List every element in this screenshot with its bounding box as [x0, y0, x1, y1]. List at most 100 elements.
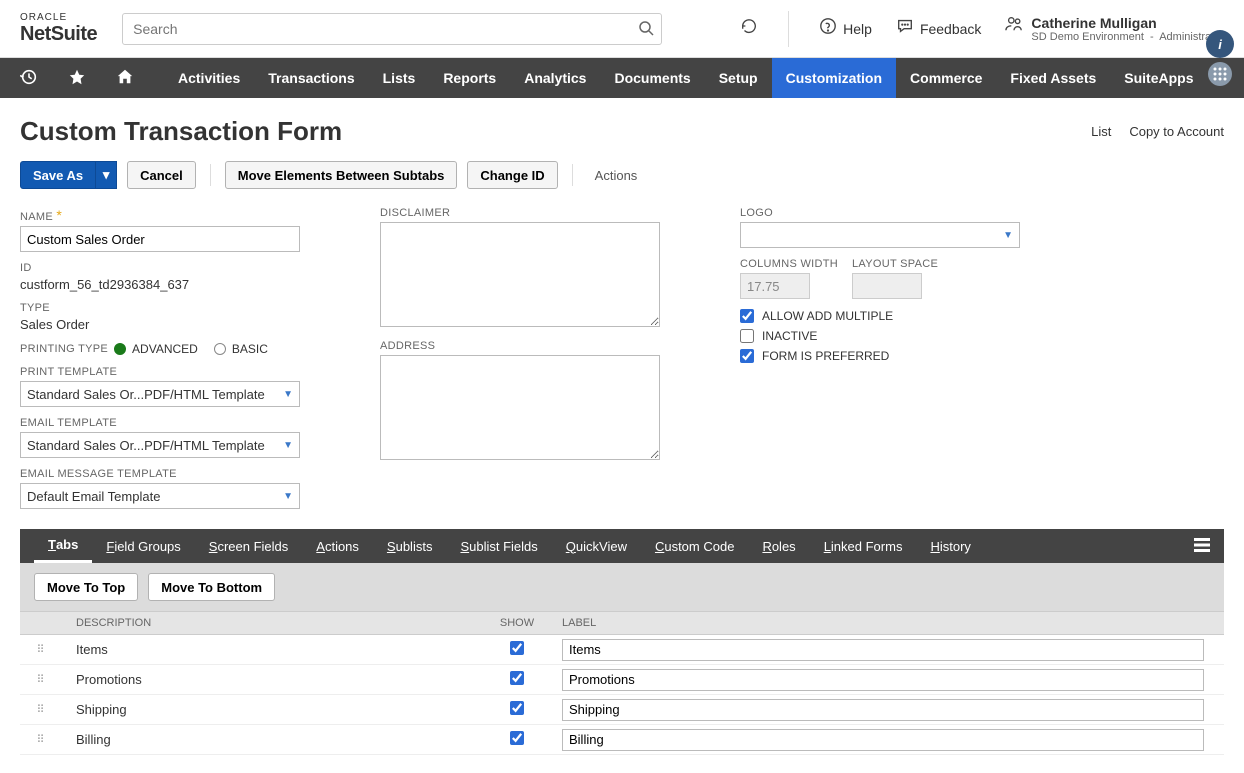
nav-fixed-assets[interactable]: Fixed Assets	[996, 58, 1110, 98]
actions-menu[interactable]: Actions	[587, 168, 646, 183]
allow-multiple-label: ALLOW ADD MULTIPLE	[762, 309, 893, 323]
copy-to-account-link[interactable]: Copy to Account	[1129, 124, 1224, 139]
radio-basic[interactable]	[214, 343, 226, 355]
change-id-button[interactable]: Change ID	[467, 161, 557, 189]
recent-icon[interactable]	[20, 68, 38, 89]
col-description: DESCRIPTION	[62, 617, 482, 629]
email-template-select[interactable]: Standard Sales Or...PDF/HTML Template ▼	[20, 432, 300, 458]
email-msg-value: Default Email Template	[27, 489, 160, 504]
subtab-layout-icon[interactable]	[1194, 538, 1210, 555]
email-msg-label: EMAIL MESSAGE TEMPLATE	[20, 468, 300, 480]
move-to-bottom-button[interactable]: Move To Bottom	[148, 573, 275, 601]
row-label-input[interactable]	[562, 669, 1204, 691]
subtab-history[interactable]: History	[916, 529, 984, 563]
col-label: LABEL	[552, 617, 1224, 629]
move-to-top-button[interactable]: Move To Top	[34, 573, 138, 601]
subtab-roles[interactable]: Roles	[748, 529, 809, 563]
subtab-tabs[interactable]: Tabs	[34, 529, 92, 563]
row-label-input[interactable]	[562, 729, 1204, 751]
id-label: ID	[20, 262, 300, 274]
chevron-down-icon: ▼	[283, 491, 293, 502]
nav-transactions[interactable]: Transactions	[254, 58, 368, 98]
subtab-quickview[interactable]: QuickView	[552, 529, 641, 563]
drag-handle-icon[interactable]: ⠿	[20, 643, 62, 656]
subtab-screen-fields[interactable]: Screen Fields	[195, 529, 302, 563]
preferred-checkbox[interactable]	[740, 349, 754, 363]
role-icon	[1005, 15, 1023, 38]
drag-handle-icon[interactable]: ⠿	[20, 733, 62, 746]
user-menu[interactable]: Catherine Mulligan SD Demo Environment -…	[1005, 15, 1224, 43]
layout-space-input	[852, 273, 922, 299]
list-link[interactable]: List	[1091, 124, 1111, 139]
apps-icon[interactable]	[1208, 62, 1232, 86]
row-label-input[interactable]	[562, 639, 1204, 661]
subtab-field-groups[interactable]: Field Groups	[92, 529, 194, 563]
columns-width-label: COLUMNS WIDTH	[740, 258, 838, 270]
page-title: Custom Transaction Form	[20, 116, 342, 147]
cancel-button[interactable]: Cancel	[127, 161, 196, 189]
radio-advanced[interactable]	[114, 343, 126, 355]
nav-suiteapps[interactable]: SuiteApps	[1110, 58, 1207, 98]
nav-analytics[interactable]: Analytics	[510, 58, 600, 98]
table-row: ⠿Shipping	[20, 695, 1224, 725]
favorites-icon[interactable]	[68, 68, 86, 89]
nav-documents[interactable]: Documents	[600, 58, 704, 98]
info-icon[interactable]: i	[1206, 30, 1234, 58]
radio-basic-label: BASIC	[232, 342, 268, 356]
chevron-down-icon: ▼	[1003, 230, 1013, 241]
print-template-label: PRINT TEMPLATE	[20, 366, 300, 378]
print-template-value: Standard Sales Or...PDF/HTML Template	[27, 387, 265, 402]
feedback-icon	[896, 17, 914, 40]
chevron-down-icon: ▼	[283, 440, 293, 451]
nav-activities[interactable]: Activities	[164, 58, 254, 98]
subtab-linked-forms[interactable]: Linked Forms	[810, 529, 917, 563]
home-icon[interactable]	[116, 68, 134, 89]
preferred-label: FORM IS PREFERRED	[762, 349, 889, 363]
nav-reports[interactable]: Reports	[429, 58, 510, 98]
nav-lists[interactable]: Lists	[369, 58, 430, 98]
table-row: ⠿Promotions	[20, 665, 1224, 695]
help-link[interactable]: Help	[819, 17, 872, 40]
row-show-checkbox[interactable]	[510, 641, 524, 655]
row-description: Promotions	[62, 672, 482, 687]
print-template-select[interactable]: Standard Sales Or...PDF/HTML Template ▼	[20, 381, 300, 407]
logo-select[interactable]: ▼	[740, 222, 1020, 248]
separator	[572, 164, 573, 186]
move-elements-button[interactable]: Move Elements Between Subtabs	[225, 161, 458, 189]
disclaimer-textarea[interactable]	[380, 222, 660, 327]
row-show-checkbox[interactable]	[510, 731, 524, 745]
columns-width-input	[740, 273, 810, 299]
subtab-actions[interactable]: Actions	[302, 529, 373, 563]
feedback-link[interactable]: Feedback	[896, 17, 981, 40]
save-as-dropdown[interactable]: ▾	[95, 161, 117, 189]
nav-customization[interactable]: Customization	[772, 58, 896, 98]
email-template-value: Standard Sales Or...PDF/HTML Template	[27, 438, 265, 453]
search-input[interactable]	[122, 13, 662, 45]
address-textarea[interactable]	[380, 355, 660, 460]
help-icon	[819, 17, 837, 40]
subtab-sublists[interactable]: Sublists	[373, 529, 447, 563]
save-as-button[interactable]: Save As	[20, 161, 96, 189]
subtab-custom-code[interactable]: Custom Code	[641, 529, 748, 563]
search-icon[interactable]	[638, 20, 654, 39]
drag-handle-icon[interactable]: ⠿	[20, 703, 62, 716]
name-input[interactable]	[20, 226, 300, 252]
drag-handle-icon[interactable]: ⠿	[20, 673, 62, 686]
allow-multiple-checkbox[interactable]	[740, 309, 754, 323]
subtab-sublist-fields[interactable]: Sublist Fields	[446, 529, 551, 563]
history-icon[interactable]	[740, 17, 758, 40]
row-label-input[interactable]	[562, 699, 1204, 721]
email-msg-select[interactable]: Default Email Template ▼	[20, 483, 300, 509]
row-show-checkbox[interactable]	[510, 701, 524, 715]
name-label: NAME *	[20, 207, 300, 223]
col-show: SHOW	[482, 617, 552, 629]
logo-bottom-text: NetSuite	[20, 23, 97, 46]
row-description: Shipping	[62, 702, 482, 717]
nav-commerce[interactable]: Commerce	[896, 58, 996, 98]
type-value: Sales Order	[20, 317, 300, 332]
row-description: Billing	[62, 732, 482, 747]
email-template-label: EMAIL TEMPLATE	[20, 417, 300, 429]
nav-setup[interactable]: Setup	[705, 58, 772, 98]
row-show-checkbox[interactable]	[510, 671, 524, 685]
inactive-checkbox[interactable]	[740, 329, 754, 343]
